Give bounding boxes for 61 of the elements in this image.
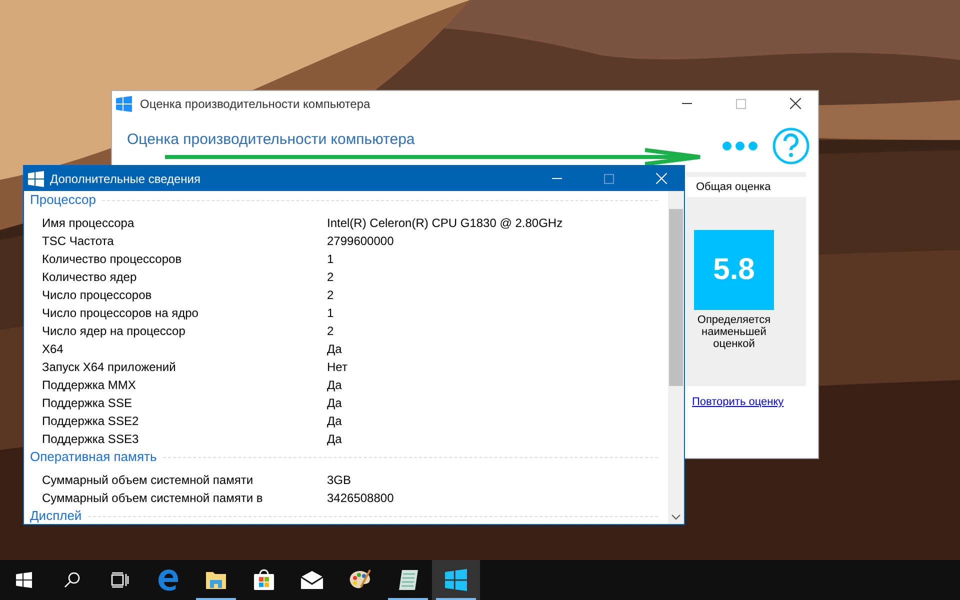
page-heading: Оценка производительности компьютера: [127, 131, 416, 149]
scroll-thumb[interactable]: [669, 209, 683, 386]
section-title: Процессор: [30, 192, 96, 208]
property-label: Суммарный объем системной памяти: [42, 473, 254, 487]
close-icon: [656, 173, 666, 184]
property-value: 2: [327, 270, 334, 284]
notepad-icon: [397, 569, 419, 591]
minimize-icon: [552, 178, 562, 179]
taskbar-button[interactable]: [432, 560, 480, 600]
minimize-icon: [682, 103, 692, 104]
property-value: Да: [327, 432, 342, 446]
property-label: Поддержка SSE2: [42, 414, 140, 428]
property-label: Суммарный объем системной памяти в: [42, 491, 264, 505]
browser-icon: [157, 569, 179, 591]
property-label: Поддержка SSE: [42, 396, 133, 410]
scrollbar[interactable]: [668, 191, 684, 524]
property-value: Да: [327, 378, 342, 392]
app-icon: [445, 569, 467, 591]
property-label: Число процессоров на ядро: [42, 306, 200, 320]
store-icon: [253, 569, 275, 591]
property-value: 2799600000: [327, 234, 394, 248]
start-icon: [16, 572, 32, 588]
window-title: Оценка производительности компьютера: [140, 96, 372, 110]
app-logo-icon: [116, 96, 132, 112]
property-value: 2: [327, 288, 334, 302]
property-label: Количество ядер: [42, 270, 138, 284]
rerun-link[interactable]: Повторить оценку: [692, 396, 784, 408]
app-logo-icon: [28, 170, 44, 186]
search-icon: [64, 572, 80, 588]
property-value: 3GB: [327, 473, 352, 487]
score-tile: 5.8: [694, 230, 774, 310]
property-value: 2: [327, 324, 334, 338]
folder-icon: [205, 570, 227, 590]
section-title: Оперативная память: [30, 449, 157, 465]
window-title: Дополнительные сведения: [50, 172, 202, 186]
property-label: Запуск X64 приложений: [42, 360, 177, 374]
property-label: Поддержка MMX: [42, 378, 137, 392]
property-label: Количество процессоров: [42, 252, 183, 266]
maximize-icon: [736, 98, 746, 108]
property-value: Да: [327, 396, 342, 410]
score-caption: Определяется наименьшей оценкой: [696, 314, 772, 350]
property-label: Имя процессора: [42, 216, 136, 230]
task-view-icon: [111, 572, 129, 588]
maximize-icon: [604, 174, 614, 184]
panel-title: Общая оценка: [695, 180, 772, 195]
property-value: Да: [327, 342, 342, 356]
property-value: 1: [327, 306, 334, 320]
section-title: Дисплей: [30, 508, 82, 524]
property-value: Нет: [327, 360, 348, 374]
close-icon: [790, 98, 800, 109]
mail-icon: [300, 571, 324, 589]
property-value: Да: [327, 414, 342, 428]
property-value: Intel(R) Celeron(R) CPU G1830 @ 2.80GHz: [327, 216, 563, 230]
property-label: Поддержка SSE3: [42, 432, 140, 446]
property-label: Число процессоров: [42, 288, 153, 302]
property-label: X64: [42, 342, 64, 356]
property-label: TSC Частота: [42, 234, 115, 248]
property-label: Число ядер на процессор: [42, 324, 186, 338]
caret-icon[interactable]: [671, 514, 681, 520]
property-value: 1: [327, 252, 334, 266]
property-value: 3426508800: [327, 491, 394, 505]
